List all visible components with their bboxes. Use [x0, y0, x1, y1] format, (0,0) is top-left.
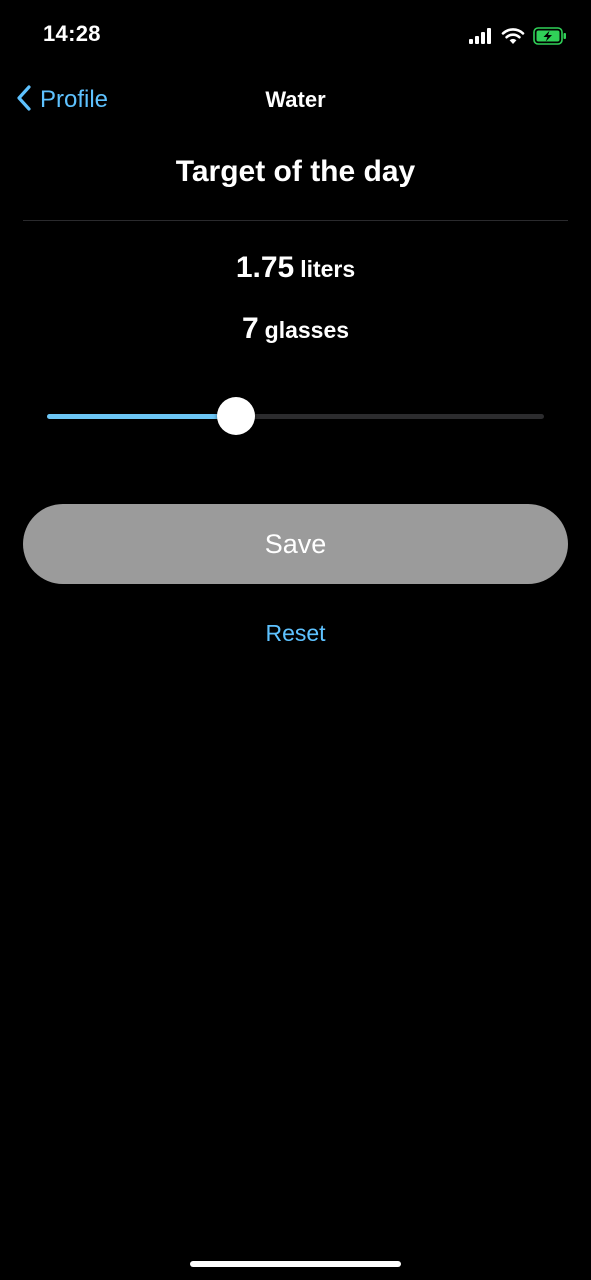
nav-bar: Profile Water	[0, 76, 591, 124]
liters-display: 1.75 liters	[0, 251, 591, 285]
slider-fill	[47, 414, 236, 419]
liters-value: 1.75	[235, 251, 295, 284]
glasses-unit: glasses	[264, 317, 350, 343]
home-indicator	[190, 1261, 401, 1267]
water-target-slider[interactable]	[47, 396, 544, 436]
nav-title: Water	[265, 87, 326, 112]
reset-button[interactable]: Reset	[0, 620, 591, 647]
glasses-display: 7 glasses	[0, 312, 591, 346]
liters-unit: liters	[300, 256, 356, 282]
page-title: Target of the day	[175, 155, 416, 188]
divider	[23, 220, 568, 221]
status-icons	[469, 24, 567, 48]
cellular-signal-icon	[469, 28, 493, 44]
slider-thumb[interactable]	[217, 397, 255, 435]
wifi-icon	[501, 27, 525, 45]
status-bar: 14:28	[0, 0, 591, 70]
status-time: 14:28	[43, 21, 101, 46]
save-button[interactable]: Save	[23, 504, 568, 584]
glasses-value: 7	[241, 312, 259, 345]
battery-charging-icon	[533, 27, 567, 45]
